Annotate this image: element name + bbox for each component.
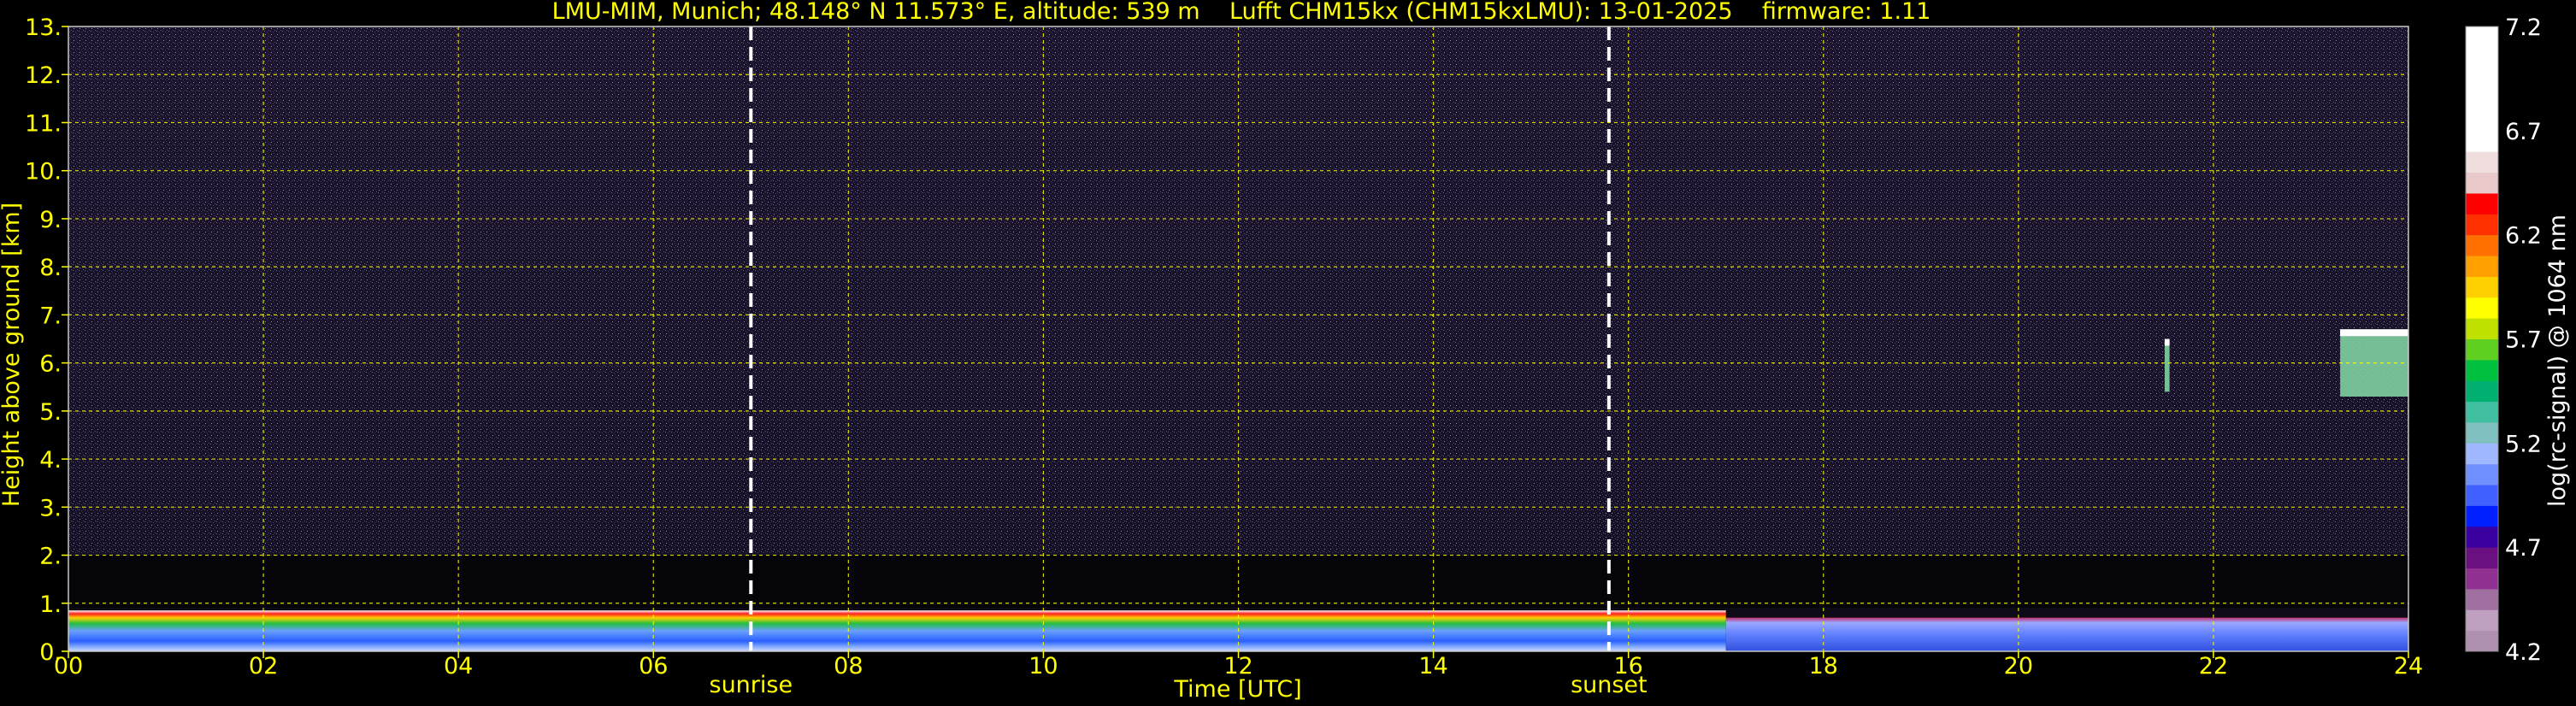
colorbar-segment: [2466, 588, 2498, 610]
colorbar-segment: [2466, 172, 2498, 194]
y-tick-label: 4.: [39, 447, 62, 474]
colorbar-segment: [2466, 568, 2498, 590]
x-tick-label: 16: [1613, 653, 1642, 680]
colorbar-segment: [2466, 256, 2498, 277]
signal-noise-speckle: [68, 26, 2408, 556]
colorbar-segment: [2466, 318, 2498, 339]
x-tick-label: 10: [1029, 653, 1058, 680]
y-tick-label: 9.: [39, 207, 62, 233]
y-tick-label: 8.: [39, 255, 62, 281]
colorbar-tick-label: 7.2: [2505, 15, 2542, 41]
ceilometer-chart: sunrise sunset 00 02 04 06 08 10 12 14 16 18 20 22 24…: [0, 0, 2571, 703]
y-tick-label: 1.: [39, 591, 62, 618]
sunrise-label: sunrise: [710, 672, 793, 698]
colorbar-segment: [2466, 214, 2498, 236]
boundary-layer-aerosol: [68, 610, 1726, 651]
colorbar-segment: [2466, 130, 2498, 152]
y-tick-label: 10.: [25, 159, 62, 185]
x-tick-label: 22: [2199, 653, 2228, 680]
y-tick-label: 13.: [25, 15, 62, 41]
x-tick-label: 18: [1809, 653, 1838, 680]
y-tick-label: 5.: [39, 399, 62, 426]
colorbar-segment: [2466, 485, 2498, 506]
cloud-top: [2340, 329, 2408, 337]
y-tick-label: 6.: [39, 351, 62, 378]
x-tick-label: 04: [444, 653, 473, 680]
colorbar-segment: [2466, 421, 2498, 444]
colorbar-segment: [2466, 234, 2498, 256]
colorbar-segment: [2466, 505, 2498, 527]
colorbar-segment: [2466, 609, 2498, 632]
y-tick-label: 7.: [39, 303, 62, 329]
x-tick-label: 08: [834, 653, 863, 680]
y-tick-label: 12.: [25, 62, 62, 89]
colorbar-segment: [2466, 47, 2498, 69]
colorbar-segment: [2466, 359, 2498, 381]
colorbar-segment: [2466, 89, 2498, 110]
colorbar-tick-label: 4.2: [2505, 639, 2542, 666]
colorbar-segment: [2466, 192, 2498, 215]
colorbar-segment: [2466, 526, 2498, 548]
x-tick-label: 06: [639, 653, 668, 680]
colorbar-tick-label: 5.2: [2505, 431, 2542, 457]
y-tick-label: 2.: [39, 544, 62, 570]
colorbar-segment: [2466, 276, 2498, 298]
chart-title: LMU-MIM, Munich; 48.148° N 11.573° E, al…: [552, 0, 1931, 25]
colorbar-segment: [2466, 401, 2498, 423]
x-tick-label: 14: [1418, 653, 1447, 680]
colorbar-tick-label: 5.7: [2505, 327, 2542, 354]
colorbar-segment: [2466, 68, 2498, 90]
colorbar-segment: [2466, 297, 2498, 319]
x-axis-label: Time [UTC]: [1173, 676, 1301, 703]
plot-area: [68, 26, 2408, 651]
colorbar-segment: [2466, 380, 2498, 403]
y-tick-label: 0.: [39, 639, 62, 666]
y-tick-label: 3.: [39, 495, 62, 521]
colorbar-segment: [2466, 109, 2498, 132]
colorbar: 7.2 6.7 6.2 5.7 5.2 4.7 4.2: [2465, 15, 2542, 666]
colorbar-segment: [2466, 547, 2498, 569]
x-tick-label: 20: [2004, 653, 2033, 680]
x-tick-label: 24: [2394, 653, 2423, 680]
colorbar-segment: [2466, 443, 2498, 465]
colorbar-segment: [2466, 26, 2498, 48]
colorbar-label: log(rc-signal) @ 1064 nm: [2544, 215, 2571, 507]
colorbar-tick-label: 4.7: [2505, 535, 2542, 562]
boundary-layer-aerosol-evening: [1725, 617, 2408, 651]
colorbar-tick-label: 6.2: [2505, 223, 2542, 250]
cloud-top: [2164, 338, 2170, 346]
colorbar-segment: [2466, 338, 2498, 361]
colorbar-segment: [2466, 463, 2498, 485]
y-axis-label: Height above ground [km]: [0, 203, 25, 507]
colorbar-tick-label: 6.7: [2505, 119, 2542, 145]
colorbar-segment: [2466, 151, 2498, 174]
cloud-feature: [2164, 338, 2170, 392]
y-tick-label: 11.: [25, 110, 62, 137]
x-tick-label: 02: [249, 653, 278, 680]
colorbar-segment: [2466, 630, 2498, 652]
